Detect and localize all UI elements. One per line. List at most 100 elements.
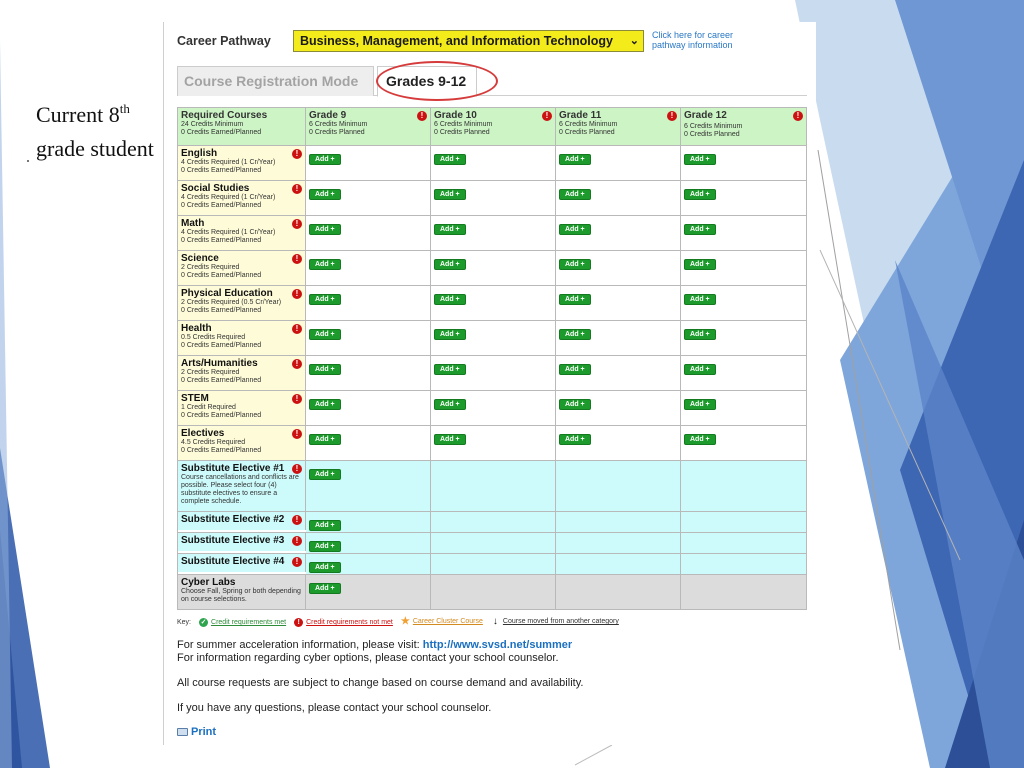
- grade-cell: [556, 533, 681, 553]
- add-course-button[interactable]: Add +: [309, 399, 341, 410]
- grade-cell: Add +: [306, 251, 431, 285]
- add-course-button[interactable]: Add +: [309, 541, 341, 552]
- substitute-elective-row: Substitute Elective #1 Course cancellatio…: [178, 461, 806, 512]
- add-course-button[interactable]: Add +: [559, 224, 591, 235]
- legend-item-label[interactable]: Course moved from another category: [503, 618, 619, 625]
- legend-item-label[interactable]: Credit requirements not met: [306, 619, 393, 626]
- header-planned: 0 Credits Planned: [309, 129, 365, 136]
- legend-item-label[interactable]: Career Cluster Course: [413, 618, 483, 625]
- add-course-button[interactable]: Add +: [684, 364, 716, 375]
- header-grade-10: Grade 10 6 Credits Minimum 0 Credits Pla…: [431, 108, 556, 145]
- grade-cell: Add +: [681, 321, 806, 355]
- add-course-button[interactable]: Add +: [434, 364, 466, 375]
- add-course-button[interactable]: Add +: [684, 329, 716, 340]
- substitute-elective-title: Substitute Elective #1: [181, 463, 285, 474]
- header-title: Grade 9: [309, 110, 347, 121]
- header-minimum: 6 Credits Minimum: [309, 121, 368, 128]
- warning-circle-icon: !: [292, 515, 302, 525]
- header-grade-9: Grade 9 6 Credits Minimum 0 Credits Plan…: [306, 108, 431, 145]
- add-course-button[interactable]: Add +: [684, 224, 716, 235]
- grade-cell: Add +: [306, 533, 431, 553]
- add-course-button[interactable]: Add +: [684, 294, 716, 305]
- grade-cell: [431, 554, 556, 574]
- substitute-elective-cell: Substitute Elective #2!: [178, 512, 306, 530]
- print-button[interactable]: Print: [177, 726, 216, 738]
- header-required-courses: Required Courses 24 Credits Minimum 0 Cr…: [178, 108, 306, 145]
- add-course-button[interactable]: Add +: [559, 294, 591, 305]
- add-course-button[interactable]: Add +: [559, 259, 591, 270]
- add-course-button[interactable]: Add +: [559, 189, 591, 200]
- cyber-info-line: For information regarding cyber options,…: [177, 652, 559, 664]
- questions-notice: If you have any questions, please contac…: [177, 702, 492, 714]
- requirement-row: Physical Education 2 Credits Required (0.…: [178, 286, 806, 321]
- add-course-button[interactable]: Add +: [684, 434, 716, 445]
- add-course-button[interactable]: Add +: [559, 434, 591, 445]
- grade-cell: Add +: [431, 426, 556, 460]
- grade-cell: Add +: [681, 181, 806, 215]
- course-planner-screenshot: Career Pathway Business, Management, and…: [163, 22, 816, 745]
- grade-cell: Add +: [556, 391, 681, 425]
- add-course-button[interactable]: Add +: [309, 329, 341, 340]
- add-course-button[interactable]: Add +: [684, 189, 716, 200]
- requirement-credits-earned: 0 Credits Earned/Planned: [181, 447, 262, 454]
- grade-cell: Add +: [431, 251, 556, 285]
- add-course-button[interactable]: Add +: [309, 189, 341, 200]
- requirement-credits-required: 2 Credits Required: [181, 369, 240, 376]
- add-course-button[interactable]: Add +: [434, 154, 466, 165]
- summer-info-link[interactable]: http://www.svsd.net/summer: [423, 639, 572, 651]
- career-pathway-info-link[interactable]: Click here for career pathway informatio…: [652, 30, 762, 50]
- grade-cell: Add +: [306, 181, 431, 215]
- add-course-button[interactable]: Add +: [434, 259, 466, 270]
- add-course-button[interactable]: Add +: [684, 399, 716, 410]
- substitute-elective-cell: Substitute Elective #3!: [178, 533, 306, 551]
- requirement-cell: Science 2 Credits Required 0 Credits Earne…: [178, 251, 306, 285]
- add-course-button[interactable]: Add +: [434, 434, 466, 445]
- add-course-button[interactable]: Add +: [309, 583, 341, 594]
- add-course-button[interactable]: Add +: [559, 329, 591, 340]
- tab-course-registration-mode[interactable]: Course Registration Mode: [177, 66, 374, 96]
- add-course-button[interactable]: Add +: [309, 294, 341, 305]
- warning-circle-icon: !: [667, 111, 677, 121]
- add-course-button[interactable]: Add +: [434, 399, 466, 410]
- requirement-credits-required: 4.5 Credits Required: [181, 439, 246, 446]
- career-pathway-select[interactable]: Business, Management, and Information Te…: [293, 30, 644, 52]
- legend-item-label[interactable]: Credit requirements met: [211, 619, 286, 626]
- add-course-button[interactable]: Add +: [309, 469, 341, 480]
- requirement-cell: Electives 4.5 Credits Required 0 Credits E…: [178, 426, 306, 460]
- requirement-title: STEM: [181, 393, 209, 404]
- cyber-labs-note: Choose Fall, Spring or both depending on…: [181, 588, 301, 603]
- header-title: Grade 11: [559, 110, 602, 121]
- substitute-elective-row: Substitute Elective #4! Add +: [178, 554, 806, 575]
- add-course-button[interactable]: Add +: [309, 562, 341, 573]
- grade-cell: Add +: [556, 181, 681, 215]
- add-course-button[interactable]: Add +: [559, 364, 591, 375]
- header-grade-12: Grade 12 6 Credits Minimum 0 Credits Pla…: [681, 108, 806, 145]
- add-course-button[interactable]: Add +: [434, 329, 466, 340]
- add-course-button[interactable]: Add +: [434, 294, 466, 305]
- add-course-button[interactable]: Add +: [309, 154, 341, 165]
- requirement-credits-required: 0.5 Credits Required: [181, 334, 246, 341]
- add-course-button[interactable]: Add +: [434, 189, 466, 200]
- requirement-cell: STEM 1 Credit Required 0 Credits Earned/Pl…: [178, 391, 306, 425]
- add-course-button[interactable]: Add +: [684, 154, 716, 165]
- grade-cell: Add +: [306, 426, 431, 460]
- requirement-credits-earned: 0 Credits Earned/Planned: [181, 202, 262, 209]
- substitute-elective-rows: Substitute Elective #1 Course cancellatio…: [178, 461, 806, 575]
- requirement-credits-required: 2 Credits Required (0.5 Cr/Year): [181, 299, 282, 306]
- add-course-button[interactable]: Add +: [684, 259, 716, 270]
- grade-cell: Add +: [431, 391, 556, 425]
- grade-cell: Add +: [681, 391, 806, 425]
- add-course-button[interactable]: Add +: [309, 364, 341, 375]
- add-course-button[interactable]: Add +: [309, 259, 341, 270]
- add-course-button[interactable]: Add +: [309, 434, 341, 445]
- add-course-button[interactable]: Add +: [559, 399, 591, 410]
- add-course-button[interactable]: Add +: [309, 224, 341, 235]
- requirement-cell: Physical Education 2 Credits Required (0.…: [178, 286, 306, 320]
- add-course-button[interactable]: Add +: [559, 154, 591, 165]
- grade-cell: Add +: [306, 286, 431, 320]
- add-course-button[interactable]: Add +: [309, 520, 341, 531]
- grade-cell: Add +: [681, 426, 806, 460]
- add-course-button[interactable]: Add +: [434, 224, 466, 235]
- grade-cell: Add +: [681, 146, 806, 180]
- grade-cell: [556, 512, 681, 532]
